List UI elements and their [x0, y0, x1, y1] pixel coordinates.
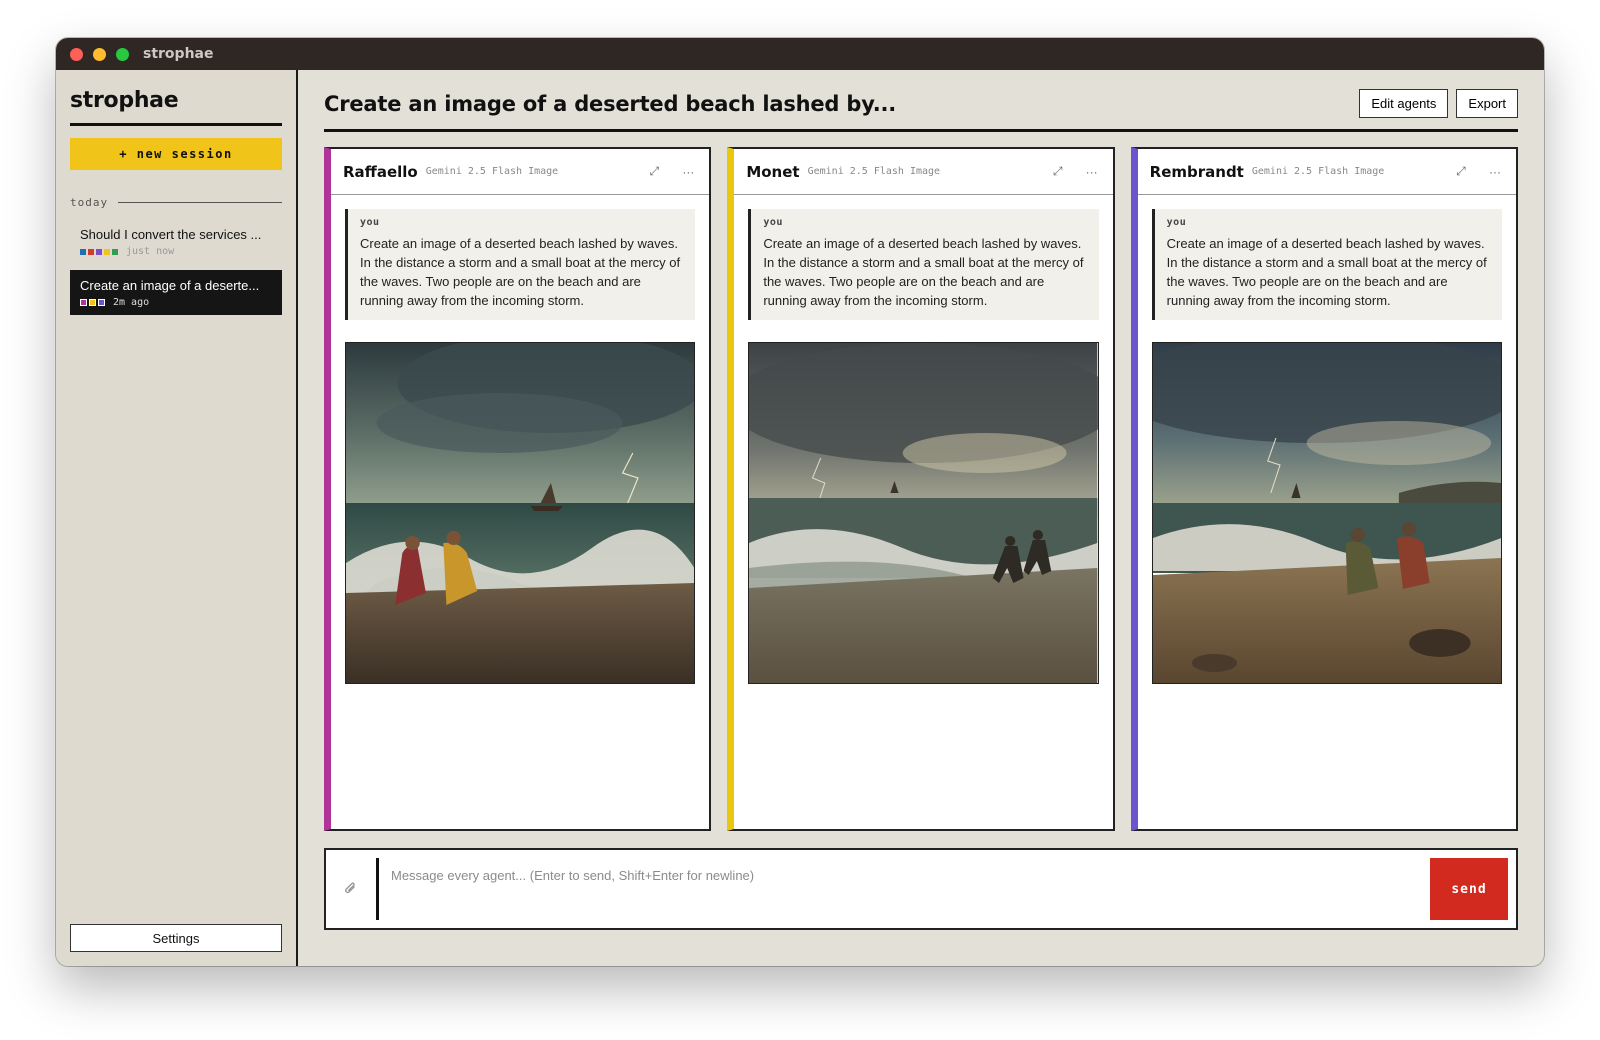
- agent-color-chip: [80, 299, 87, 306]
- agent-column-header: Monet Gemini 2.5 Flash Image ⤢ ···: [734, 149, 1113, 195]
- message-text: Create an image of a deserted beach lash…: [1166, 236, 1487, 308]
- app-window: strophae strophae + new session today Sh…: [56, 38, 1544, 966]
- header-actions: Edit agents Export: [1359, 89, 1518, 118]
- message-text: Create an image of a deserted beach lash…: [360, 236, 681, 308]
- generated-image[interactable]: [1151, 342, 1502, 684]
- storm-beach-painting: [346, 343, 695, 683]
- section-label-text: today: [70, 196, 109, 209]
- storm-beach-painting: [1152, 343, 1501, 683]
- agent-color-chip: [98, 299, 105, 306]
- session-meta: just now: [80, 246, 272, 257]
- agent-color-chip: [80, 248, 86, 255]
- agent-column-header: Rembrandt Gemini 2.5 Flash Image ⤢ ···: [1137, 149, 1516, 195]
- agent-color-chip: [88, 248, 94, 255]
- message-text: Create an image of a deserted beach lash…: [763, 236, 1084, 308]
- agent-name: Raffaello: [343, 162, 418, 181]
- message-role: you: [763, 217, 783, 228]
- send-button[interactable]: send: [1430, 858, 1508, 920]
- sidebar: strophae + new session today Should I co…: [56, 70, 298, 966]
- message-composer: send: [324, 848, 1518, 930]
- agent-columns: Raffaello Gemini 2.5 Flash Image ⤢ ··· y…: [324, 147, 1518, 831]
- page-title: Create an image of a deserted beach lash…: [324, 91, 897, 116]
- agent-name: Monet: [746, 162, 800, 181]
- session-time: 2m ago: [113, 297, 150, 308]
- message-role: you: [360, 217, 380, 228]
- brand-title: strophae: [70, 88, 282, 126]
- agent-color-chip: [89, 299, 96, 306]
- session-item-active[interactable]: Create an image of a deserte... 2m ago: [70, 270, 282, 315]
- user-message: you Create an image of a deserted beach …: [345, 209, 696, 320]
- more-icon[interactable]: ···: [1488, 165, 1502, 179]
- agent-name: Rembrandt: [1149, 162, 1244, 181]
- title-bar: strophae: [56, 38, 1544, 70]
- window-title: strophae: [143, 46, 214, 62]
- close-window-button[interactable]: [70, 47, 83, 61]
- agent-color-chip: [96, 248, 102, 255]
- generated-image[interactable]: [748, 342, 1099, 684]
- page-header: Create an image of a deserted beach lash…: [324, 70, 1518, 132]
- expand-icon[interactable]: ⤢: [1454, 164, 1468, 179]
- expand-icon[interactable]: ⤢: [647, 164, 661, 179]
- agent-column-monet: Monet Gemini 2.5 Flash Image ⤢ ··· you C…: [727, 147, 1115, 831]
- zoom-window-button[interactable]: [116, 47, 129, 61]
- user-message: you Create an image of a deserted beach …: [1151, 209, 1502, 320]
- agent-color-chip: [112, 248, 118, 255]
- agent-model: Gemini 2.5 Flash Image: [425, 166, 559, 177]
- agent-column-raffaello: Raffaello Gemini 2.5 Flash Image ⤢ ··· y…: [324, 147, 712, 831]
- session-time: just now: [126, 246, 175, 257]
- export-button[interactable]: Export: [1456, 89, 1518, 118]
- edit-agents-button[interactable]: Edit agents: [1359, 89, 1449, 118]
- section-divider: [118, 202, 282, 203]
- more-icon[interactable]: ···: [1085, 165, 1099, 179]
- user-message: you Create an image of a deserted beach …: [748, 209, 1099, 320]
- settings-button[interactable]: Settings: [70, 924, 282, 952]
- generated-image[interactable]: [345, 342, 696, 684]
- storm-beach-painting: [749, 343, 1098, 683]
- session-item[interactable]: Should I convert the services ... just n…: [70, 219, 282, 264]
- agent-column-header: Raffaello Gemini 2.5 Flash Image ⤢ ···: [331, 149, 710, 195]
- agent-column-rembrandt: Rembrandt Gemini 2.5 Flash Image ⤢ ··· y…: [1130, 147, 1518, 831]
- main-panel: Create an image of a deserted beach lash…: [298, 70, 1544, 966]
- session-title: Should I convert the services ...: [80, 227, 262, 242]
- message-input[interactable]: [379, 868, 1430, 883]
- agent-color-chip: [104, 248, 110, 255]
- expand-icon[interactable]: ⤢: [1051, 164, 1065, 179]
- more-icon[interactable]: ···: [681, 165, 695, 179]
- new-session-button[interactable]: + new session: [70, 138, 282, 170]
- minimize-window-button[interactable]: [93, 47, 106, 61]
- section-label-today: today: [70, 196, 282, 209]
- paperclip-icon[interactable]: [326, 850, 376, 928]
- agent-model: Gemini 2.5 Flash Image: [807, 166, 941, 177]
- message-role: you: [1166, 217, 1187, 228]
- agent-model: Gemini 2.5 Flash Image: [1251, 166, 1385, 177]
- session-title: Create an image of a deserte...: [80, 278, 260, 293]
- session-meta: 2m ago: [80, 297, 272, 308]
